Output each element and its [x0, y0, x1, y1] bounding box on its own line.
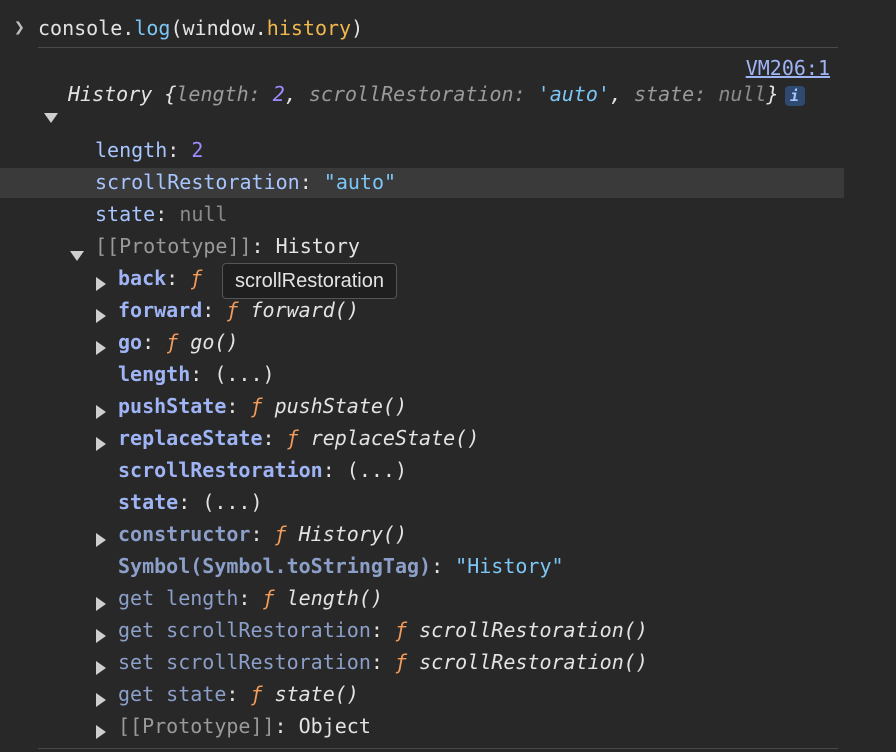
- item-value: (...): [214, 362, 275, 386]
- function-icon: ƒ: [166, 330, 179, 354]
- expand-toggle-icon[interactable]: [96, 304, 106, 328]
- console-command[interactable]: console.log(window.history): [38, 14, 363, 42]
- source-link[interactable]: VM206:1: [746, 54, 830, 82]
- item-value: scrollRestoration(): [419, 618, 648, 642]
- summary-scroll-key: scrollRestoration: [308, 82, 514, 106]
- prop-key: [[Prototype]]: [95, 234, 252, 258]
- separator: [38, 748, 838, 749]
- item-value: replaceState(): [310, 426, 480, 450]
- proto-constructor[interactable]: constructor: ƒ History(): [118, 518, 407, 550]
- function-icon: ƒ: [226, 298, 239, 322]
- expand-toggle-icon[interactable]: [96, 624, 106, 648]
- summary-scroll-val: 'auto': [537, 82, 610, 106]
- cmd-part: (window.: [170, 16, 267, 40]
- prop-key: length: [95, 138, 168, 162]
- proto-set-scroll-restoration[interactable]: set scrollRestoration: ƒ scrollRestorati…: [118, 646, 648, 678]
- proto-back[interactable]: back: ƒ: [118, 262, 202, 294]
- function-icon: ƒ: [250, 682, 263, 706]
- expand-toggle-icon[interactable]: [96, 592, 106, 616]
- expand-toggle-icon[interactable]: [96, 400, 106, 424]
- item-key: length: [118, 362, 191, 386]
- proto-go[interactable]: go: ƒ go(): [118, 326, 238, 358]
- item-key: constructor: [118, 522, 251, 546]
- cmd-part: log: [134, 16, 171, 40]
- function-icon: ƒ: [262, 586, 275, 610]
- function-icon: ƒ: [394, 618, 408, 642]
- item-value: forward(): [250, 298, 359, 322]
- function-icon: ƒ: [190, 266, 203, 290]
- item-key: get length: [118, 586, 239, 610]
- proto-pushstate[interactable]: pushState: ƒ pushState(): [118, 390, 407, 422]
- expand-toggle-icon[interactable]: [70, 242, 84, 266]
- item-key: Symbol(Symbol.toStringTag): [118, 554, 432, 578]
- item-key: get scrollRestoration: [118, 618, 371, 642]
- prop-prototype[interactable]: [[Prototype]]: History: [95, 230, 360, 262]
- function-icon: ƒ: [286, 426, 299, 450]
- item-key: get state: [118, 682, 227, 706]
- expand-toggle-icon[interactable]: [96, 656, 106, 680]
- item-value: Object: [298, 714, 371, 738]
- item-key: set scrollRestoration: [118, 650, 371, 674]
- item-key: scrollRestoration: [118, 458, 323, 482]
- prop-value: null: [179, 202, 228, 226]
- proto-get-state[interactable]: get state: ƒ state(): [118, 678, 359, 710]
- cmd-part: ): [351, 16, 364, 40]
- item-value: (...): [202, 490, 263, 514]
- item-key: pushState: [118, 394, 227, 418]
- expand-toggle-icon[interactable]: [96, 336, 106, 360]
- item-key: forward: [118, 298, 203, 322]
- prop-value: "auto": [323, 170, 397, 194]
- item-value: pushState(): [274, 394, 408, 418]
- expand-toggle-icon[interactable]: [96, 528, 106, 552]
- prop-value: 2: [191, 138, 204, 162]
- prop-key: state: [95, 202, 156, 226]
- summary-state-val: null: [718, 82, 767, 106]
- item-key: replaceState: [118, 426, 263, 450]
- item-key: state: [118, 490, 179, 514]
- cmd-part: history: [266, 16, 352, 40]
- expand-toggle-icon[interactable]: [44, 104, 58, 128]
- history-summary[interactable]: History {length: 2, scrollRestoration: '…: [68, 80, 828, 108]
- proto-state[interactable]: state: (...): [118, 486, 263, 518]
- proto-prototype[interactable]: [[Prototype]]: Object: [118, 710, 371, 742]
- prop-length[interactable]: length: 2: [95, 134, 203, 166]
- prop-state[interactable]: state: null: [95, 198, 227, 230]
- function-icon: ƒ: [250, 394, 263, 418]
- summary-length-key: length: [176, 82, 249, 106]
- proto-length[interactable]: length: (...): [118, 358, 275, 390]
- separator: [38, 47, 838, 48]
- proto-get-length[interactable]: get length: ƒ length(): [118, 582, 383, 614]
- function-icon: ƒ: [394, 650, 408, 674]
- proto-symbol-tostringtag[interactable]: Symbol(Symbol.toStringTag): "History": [118, 550, 564, 582]
- proto-replacestate[interactable]: replaceState: ƒ replaceState(): [118, 422, 479, 454]
- summary-length-val: 2: [272, 82, 285, 106]
- expand-toggle-icon[interactable]: [96, 432, 106, 456]
- info-icon[interactable]: i: [784, 85, 805, 106]
- item-value: state(): [274, 682, 359, 706]
- prompt-chevron-icon: ❯: [14, 17, 25, 38]
- cmd-part: console.: [38, 16, 135, 40]
- item-value: (...): [346, 458, 408, 482]
- expand-toggle-icon[interactable]: [96, 272, 106, 296]
- item-key: go: [118, 330, 143, 354]
- function-icon: ƒ: [274, 522, 287, 546]
- item-value: scrollRestoration(): [419, 650, 648, 674]
- prop-value: History: [275, 234, 360, 258]
- proto-get-scroll-restoration[interactable]: get scrollRestoration: ƒ scrollRestorati…: [118, 614, 648, 646]
- expand-toggle-icon[interactable]: [96, 688, 106, 712]
- prop-key: scrollRestoration: [95, 170, 300, 194]
- item-value: "History": [455, 554, 564, 578]
- expand-toggle-icon[interactable]: [96, 720, 106, 744]
- item-key: [[Prototype]]: [118, 714, 275, 738]
- tooltip: scrollRestoration: [222, 263, 397, 299]
- summary-close: }: [766, 82, 779, 106]
- proto-scroll-restoration[interactable]: scrollRestoration: (...): [118, 454, 407, 486]
- item-key: back: [118, 266, 167, 290]
- item-value: History(): [298, 522, 408, 546]
- prop-scroll-restoration[interactable]: scrollRestoration: "auto": [95, 166, 396, 198]
- item-value: go(): [190, 330, 239, 354]
- item-value: length(): [286, 586, 383, 610]
- summary-label: History {: [68, 82, 177, 106]
- summary-state-key: state: [634, 82, 695, 106]
